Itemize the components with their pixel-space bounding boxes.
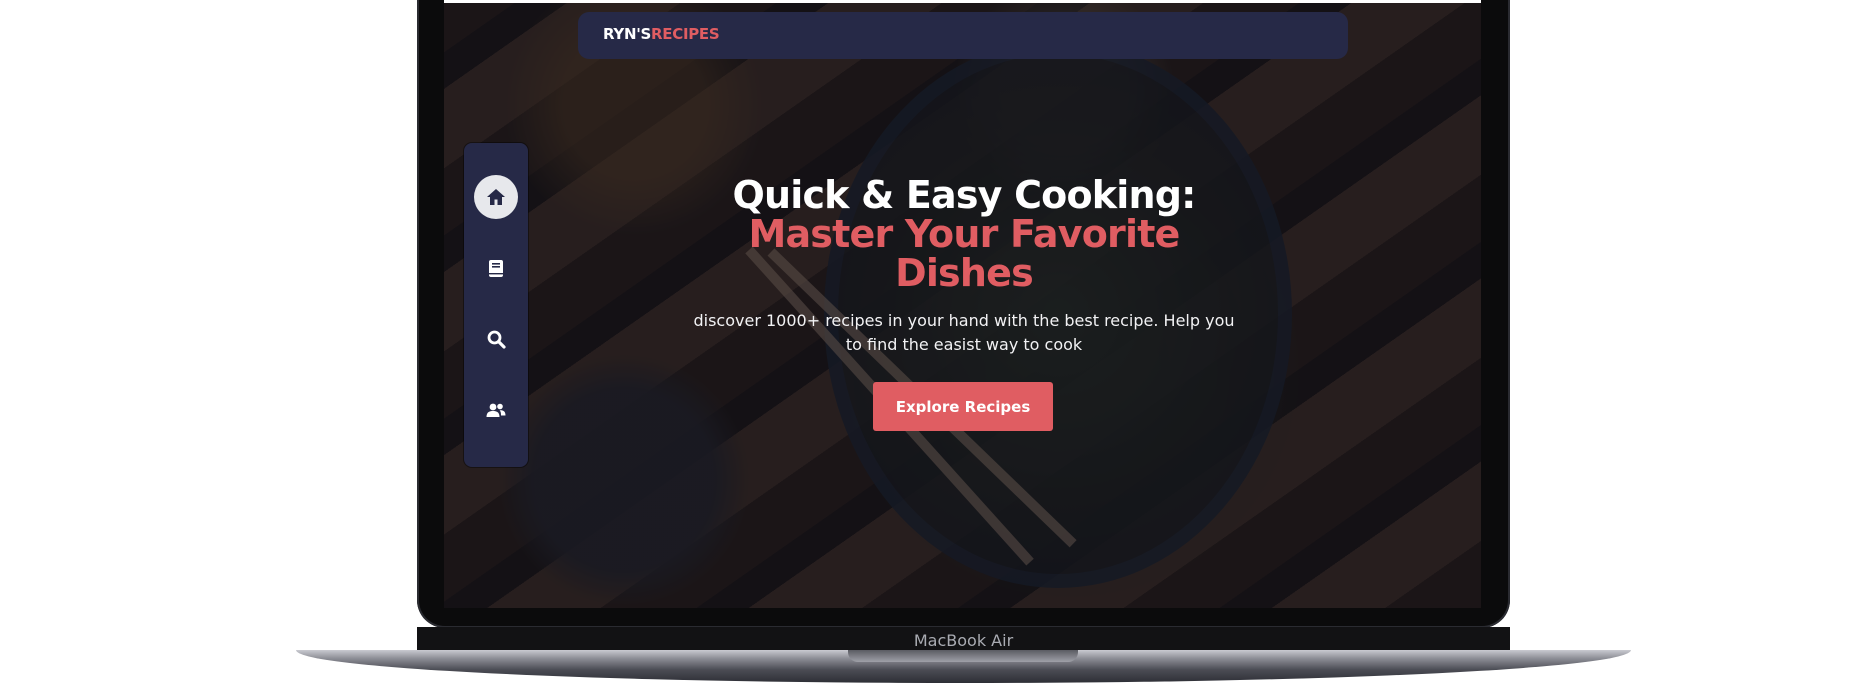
sidebar-item-community[interactable]	[474, 388, 518, 432]
hero-title-line-3: Dishes	[895, 251, 1034, 295]
sidebar-item-recipes[interactable]	[474, 246, 518, 290]
logo-accent-text: RECIPES	[651, 25, 720, 43]
site-logo[interactable]: RYN'SRECIPES	[603, 25, 720, 43]
screen-top-edge	[444, 0, 1481, 3]
explore-recipes-button[interactable]: Explore Recipes	[873, 382, 1053, 431]
hero-title: Quick & Easy Cooking: Master Your Favori…	[684, 176, 1244, 293]
laptop-opening-notch	[848, 650, 1078, 662]
logo-primary-text: RYN'S	[603, 25, 652, 43]
top-navbar: RYN'SRECIPES	[578, 12, 1348, 59]
home-icon	[487, 189, 505, 205]
hero-subtitle: discover 1000+ recipes in your hand with…	[693, 311, 1235, 354]
users-icon	[486, 403, 506, 417]
sidebar-item-search[interactable]	[474, 317, 518, 361]
sidebar-item-home[interactable]	[474, 175, 518, 219]
device-brand-label: MacBook Air	[913, 631, 1014, 650]
hero-title-line-1: Quick & Easy Cooking:	[732, 173, 1196, 217]
hero-title-line-2: Master Your Favorite	[748, 212, 1180, 256]
laptop-base	[296, 650, 1631, 683]
hero-overlay	[444, 0, 1481, 608]
book-icon	[489, 259, 503, 277]
side-navigation	[464, 143, 528, 467]
search-icon	[487, 330, 506, 349]
laptop-screen: RYN'SRECIPES Quick & Easy Cooking: Maste…	[444, 0, 1481, 608]
